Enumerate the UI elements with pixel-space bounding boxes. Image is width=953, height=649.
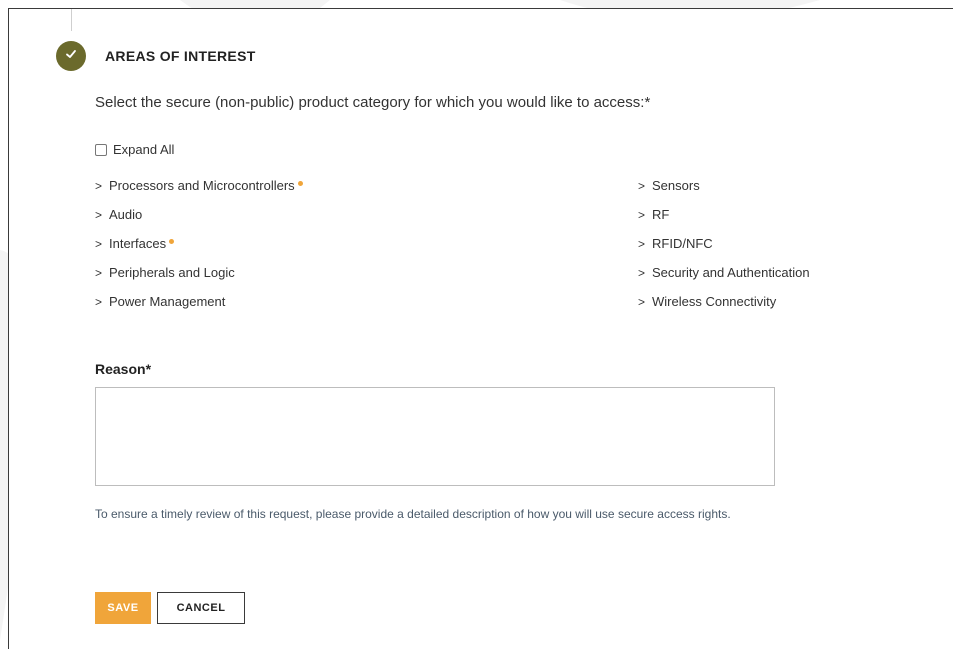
category-prompt: Select the secure (non-public) product c… <box>95 94 651 111</box>
section-title: AREAS OF INTEREST <box>105 48 256 64</box>
category-label: Sensors <box>652 178 700 193</box>
reason-textarea[interactable] <box>95 387 775 486</box>
expand-all-checkbox[interactable] <box>95 143 107 156</box>
chevron-right-icon: > <box>638 295 646 309</box>
category-item[interactable]: > RF <box>638 207 810 236</box>
category-label: Processors and Microcontrollers <box>109 178 295 193</box>
category-list-right: > Sensors > RF > RFID/NFC > Security and… <box>638 178 810 323</box>
reason-help-text: To ensure a timely review of this reques… <box>95 507 731 521</box>
step-complete-badge <box>56 41 86 71</box>
cancel-button[interactable]: CANCEL <box>157 592 245 624</box>
category-item[interactable]: > Security and Authentication <box>638 265 810 294</box>
category-item[interactable]: > Power Management <box>95 294 303 323</box>
chevron-right-icon: > <box>95 237 103 251</box>
reason-label: Reason* <box>95 361 152 377</box>
chevron-right-icon: > <box>95 295 103 309</box>
step-connector-line <box>71 9 72 31</box>
category-item[interactable]: > Audio <box>95 207 303 236</box>
save-button[interactable]: SAVE <box>95 592 151 624</box>
chevron-right-icon: > <box>638 179 646 193</box>
category-label: Power Management <box>109 294 226 309</box>
category-label: Interfaces <box>109 236 167 251</box>
expand-all-control[interactable]: Expand All <box>95 142 174 157</box>
chevron-right-icon: > <box>95 179 103 193</box>
category-label: Security and Authentication <box>652 265 810 280</box>
category-label: Audio <box>109 207 143 222</box>
chevron-right-icon: > <box>95 208 103 222</box>
category-label: Peripherals and Logic <box>109 265 235 280</box>
category-item[interactable]: > Interfaces <box>95 236 303 265</box>
category-item[interactable]: > Processors and Microcontrollers <box>95 178 303 207</box>
expand-all-label: Expand All <box>113 142 175 157</box>
category-label: RFID/NFC <box>652 236 713 251</box>
category-item[interactable]: > Sensors <box>638 178 810 207</box>
category-label: Wireless Connectivity <box>652 294 777 309</box>
marker-dot-icon <box>169 239 175 244</box>
chevron-right-icon: > <box>638 266 646 280</box>
chevron-right-icon: > <box>95 266 103 280</box>
category-label: RF <box>652 207 670 222</box>
checkmark-icon <box>64 47 78 66</box>
chevron-right-icon: > <box>638 237 646 251</box>
category-item[interactable]: > Wireless Connectivity <box>638 294 810 323</box>
chevron-right-icon: > <box>638 208 646 222</box>
category-item[interactable]: > RFID/NFC <box>638 236 810 265</box>
marker-dot-icon <box>297 181 303 186</box>
category-list-left: > Processors and Microcontrollers > Audi… <box>95 178 303 323</box>
category-item[interactable]: > Peripherals and Logic <box>95 265 303 294</box>
